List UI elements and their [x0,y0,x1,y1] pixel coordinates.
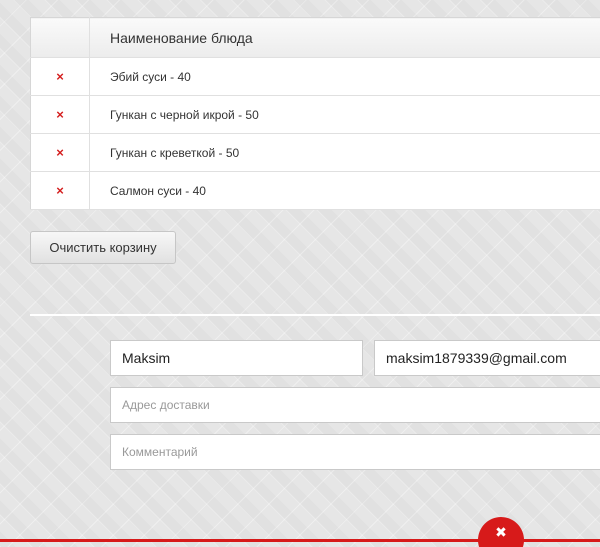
delete-item-close-icon[interactable]: × [56,146,64,159]
clear-cart-button[interactable]: Очистить корзину [30,231,176,264]
delete-cell: × [30,57,90,96]
table-row: × Гункан с креветкой - 50 [30,133,600,172]
cart-table: Наименование блюда × Эбий суси - 40 × Гу… [30,17,600,210]
comment-field[interactable] [110,434,600,470]
dish-name-column-header: Наименование блюда [89,17,600,58]
dish-name: Эбий суси - 40 [89,57,600,96]
name-field[interactable] [110,340,363,376]
address-field[interactable] [110,387,600,423]
delete-item-close-icon[interactable]: × [56,108,64,121]
delete-column-header [30,17,90,58]
table-row: × Салмон суси - 40 [30,171,600,210]
table-row: × Эбий суси - 40 [30,57,600,96]
dish-name: Гункан с креветкой - 50 [89,133,600,172]
delete-cell: × [30,171,90,210]
dish-name: Гункан с черной икрой - 50 [89,95,600,134]
table-row: × Гункан с черной икрой - 50 [30,95,600,134]
close-icon[interactable]: ✖ [478,517,524,547]
cart-header-row: Наименование блюда [30,17,600,58]
delete-cell: × [30,95,90,134]
section-divider [30,314,600,316]
delete-cell: × [30,133,90,172]
dish-name: Салмон суси - 40 [89,171,600,210]
delete-item-close-icon[interactable]: × [56,70,64,83]
email-field[interactable] [374,340,600,376]
delete-item-close-icon[interactable]: × [56,184,64,197]
